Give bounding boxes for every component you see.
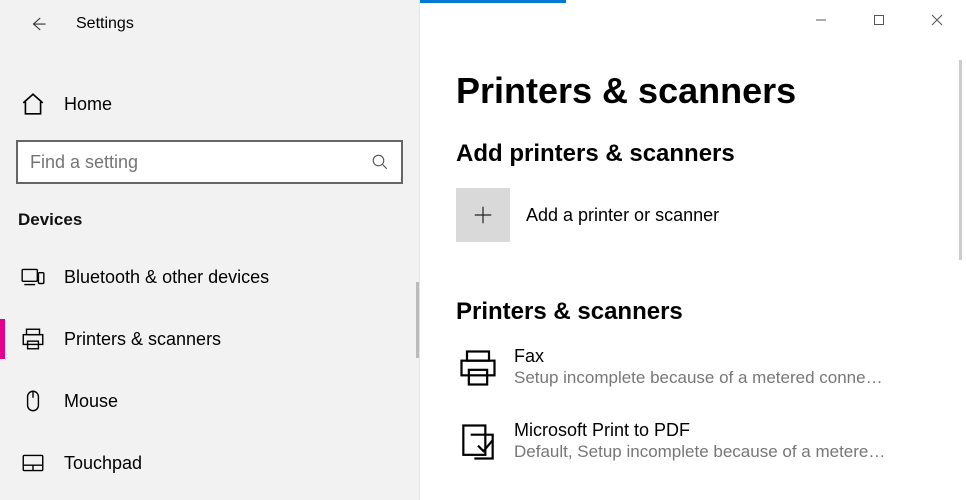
sidebar-item-label: Mouse [64, 391, 118, 412]
app-title: Settings [76, 15, 134, 33]
window-accent [420, 0, 566, 3]
sidebar-item-bluetooth[interactable]: Bluetooth & other devices [0, 246, 419, 308]
search-icon [371, 153, 389, 171]
sidebar-group-header: Devices [0, 184, 419, 246]
minimize-icon [815, 14, 827, 26]
printer-device-icon [456, 346, 500, 390]
plus-icon [472, 204, 494, 226]
add-printer-label: Add a printer or scanner [526, 205, 719, 226]
add-tile [456, 188, 510, 242]
printer-icon [20, 326, 46, 352]
sidebar-item-label: Touchpad [64, 453, 142, 474]
sidebar-item-label: Printers & scanners [64, 329, 221, 350]
device-name: Fax [514, 346, 883, 368]
sidebar-nav-list: Bluetooth & other devices Printers & sca… [0, 246, 419, 494]
device-row-fax[interactable]: Fax Setup incomplete because of a metere… [456, 346, 966, 390]
search-input[interactable] [30, 152, 371, 173]
maximize-button[interactable] [850, 0, 908, 40]
devices-icon [20, 264, 46, 290]
page-title: Printers & scanners [456, 70, 966, 112]
main-pane: Printers & scanners Add printers & scann… [420, 0, 966, 500]
window-controls [792, 0, 966, 40]
device-row-pdf[interactable]: Microsoft Print to PDF Default, Setup in… [456, 420, 966, 464]
mouse-icon [20, 388, 46, 414]
main-scrollbar[interactable] [959, 60, 962, 260]
device-sub: Default, Setup incomplete because of a m… [514, 442, 885, 462]
list-section-title: Printers & scanners [456, 298, 966, 326]
home-nav[interactable]: Home [0, 76, 419, 132]
sidebar-item-mouse[interactable]: Mouse [0, 370, 419, 432]
back-arrow-icon [29, 15, 47, 33]
search-box[interactable] [16, 140, 403, 184]
back-button[interactable] [18, 4, 58, 44]
sidebar-header: Settings [0, 0, 419, 48]
home-icon [20, 91, 46, 117]
maximize-icon [873, 14, 885, 26]
device-texts: Microsoft Print to PDF Default, Setup in… [514, 420, 885, 462]
touchpad-icon [20, 450, 46, 476]
close-button[interactable] [908, 0, 966, 40]
sidebar: Settings Home Devices Bluetooth & ot [0, 0, 420, 500]
device-name: Microsoft Print to PDF [514, 420, 885, 442]
content: Printers & scanners Add printers & scann… [420, 0, 966, 464]
sidebar-item-printers[interactable]: Printers & scanners [0, 308, 419, 370]
home-label: Home [64, 94, 112, 115]
settings-window: Settings Home Devices Bluetooth & ot [0, 0, 966, 500]
sidebar-item-touchpad[interactable]: Touchpad [0, 432, 419, 494]
sidebar-item-label: Bluetooth & other devices [64, 267, 269, 288]
minimize-button[interactable] [792, 0, 850, 40]
search-container [0, 132, 419, 184]
add-printer-row[interactable]: Add a printer or scanner [456, 188, 966, 242]
close-icon [931, 14, 943, 26]
device-texts: Fax Setup incomplete because of a metere… [514, 346, 883, 388]
sidebar-scrollbar[interactable] [416, 282, 419, 358]
print-to-pdf-icon [456, 420, 500, 464]
add-section-title: Add printers & scanners [456, 140, 966, 168]
device-sub: Setup incomplete because of a metered co… [514, 368, 883, 388]
